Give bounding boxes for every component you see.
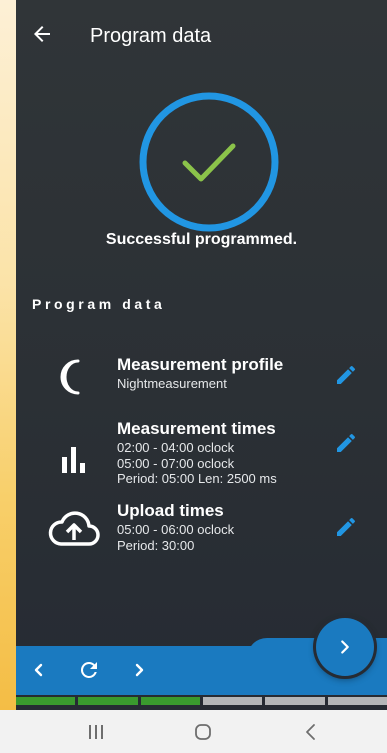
pencil-icon[interactable] (334, 515, 358, 539)
item-detail-line: Period: 30:00 (117, 537, 195, 553)
recents-icon[interactable] (86, 722, 106, 742)
item-detail-line: 02:00 - 04:00 oclock (117, 440, 235, 455)
item-title: Measurement profile (117, 355, 284, 374)
item-details: 02:00 - 04:00 oclock 05:00 - 07:00 ocloc… (117, 440, 277, 487)
chevron-right-icon (341, 640, 349, 654)
progress-segment (202, 697, 263, 705)
chevron-left-icon[interactable] (26, 658, 50, 682)
moon-icon (46, 349, 102, 405)
item-detail-line: Nightmeasurement (117, 376, 227, 391)
arrow-left-icon[interactable] (30, 22, 54, 46)
step-progress-indicator (16, 695, 387, 707)
next-step-button[interactable] (316, 618, 374, 676)
app-bar: Program data (16, 0, 387, 72)
checkmark-icon (182, 143, 236, 182)
success-status-ring (139, 92, 279, 232)
system-navigation-bar (0, 710, 387, 753)
pencil-icon[interactable] (334, 431, 358, 455)
pencil-icon[interactable] (334, 363, 358, 387)
progress-segment (327, 697, 387, 705)
status-message: Successful programmed. (105, 231, 298, 248)
item-detail-line: Period: 05:00 Len: 2500 ms (117, 471, 277, 486)
progress-segment (265, 697, 325, 705)
item-title: Measurement times (117, 419, 276, 438)
chevron-right-icon[interactable] (128, 658, 152, 682)
item-detail-line: 05:00 - 06:00 oclock (117, 522, 235, 537)
progress-segment (16, 697, 76, 705)
cloud-upload-icon (46, 500, 102, 556)
item-title: Upload times (117, 501, 224, 520)
home-icon[interactable] (193, 722, 213, 742)
app-screen: Program data Successful programmed. Prog… (16, 0, 387, 710)
background-strip (0, 0, 16, 710)
page-title: Program data (90, 25, 212, 47)
bar-chart-icon (46, 431, 102, 487)
section-header: Program data (32, 296, 166, 312)
progress-segment (78, 697, 138, 705)
refresh-icon[interactable] (77, 658, 101, 682)
item-detail-line: 05:00 - 07:00 oclock (117, 455, 235, 471)
item-details: Nightmeasurement (117, 376, 227, 392)
item-details: 05:00 - 06:00 oclock Period: 30:00 (117, 522, 234, 553)
back-icon[interactable] (301, 722, 321, 742)
progress-segment (140, 697, 200, 705)
